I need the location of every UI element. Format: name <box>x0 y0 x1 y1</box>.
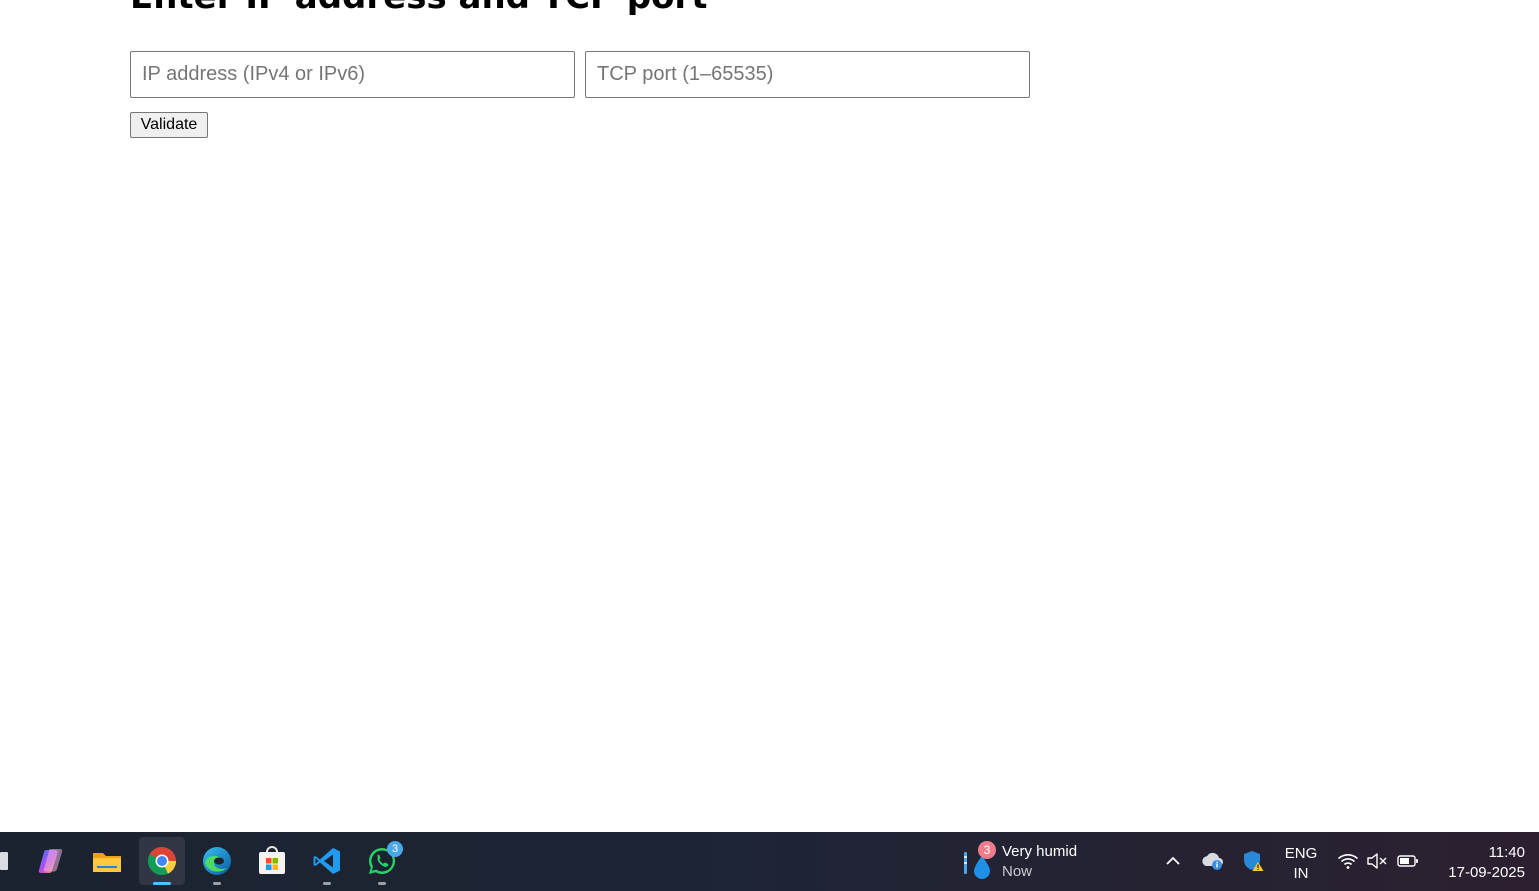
windows-security-icon <box>1244 851 1264 871</box>
taskbar-whatsapp[interactable]: 3 <box>359 837 405 885</box>
open-indicator <box>323 882 331 885</box>
taskbar-copilot[interactable] <box>29 837 75 885</box>
whatsapp-badge: 3 <box>387 841 403 857</box>
taskbar-microsoft-store[interactable] <box>249 837 295 885</box>
ip-address-input[interactable] <box>130 51 575 98</box>
language-code: ENG <box>1284 845 1318 862</box>
taskbar-chrome[interactable] <box>139 837 185 885</box>
open-indicator <box>213 882 221 885</box>
network-tray[interactable] <box>1335 848 1361 874</box>
open-indicator <box>378 882 386 885</box>
weather-widget[interactable]: 3 Very humid Now <box>960 840 1100 884</box>
active-indicator <box>153 882 171 885</box>
edge-icon <box>203 847 231 875</box>
taskbar-edge[interactable] <box>194 837 240 885</box>
onedrive-icon <box>1202 852 1223 870</box>
onedrive-tray[interactable] <box>1200 848 1226 874</box>
weather-time: Now <box>1002 863 1033 880</box>
browser-page: Enter IP address and TCP port Validate <box>0 0 1539 832</box>
taskbar-vscode[interactable] <box>304 837 350 885</box>
system-clock[interactable]: 11:40 17-09-2025 <box>1430 843 1525 883</box>
chevron-up-icon <box>1166 856 1180 865</box>
page-title: Enter IP address and TCP port <box>130 0 707 17</box>
start-edge-icon[interactable] <box>0 852 10 872</box>
volume-tray[interactable] <box>1364 848 1390 874</box>
microsoft-store-icon <box>259 846 285 874</box>
tcp-port-input[interactable] <box>585 51 1030 98</box>
speaker-muted-icon <box>1367 853 1387 869</box>
windows-security-tray[interactable] <box>1240 848 1266 874</box>
chrome-icon <box>148 847 176 875</box>
clock-date: 17-09-2025 <box>1448 864 1525 881</box>
input-language-indicator[interactable]: ENG IN <box>1282 844 1320 884</box>
copilot-icon <box>38 849 63 873</box>
battery-icon <box>1397 855 1418 867</box>
weather-badge: 3 <box>978 841 996 859</box>
wifi-icon <box>1337 854 1359 869</box>
taskbar-file-explorer[interactable] <box>84 837 130 885</box>
clock-time: 11:40 <box>1488 844 1525 861</box>
validate-button[interactable]: Validate <box>130 112 208 138</box>
vscode-icon <box>313 848 340 874</box>
taskbar: 3 3 Very humid Now ENG IN 11:40 17-09-20… <box>0 832 1539 891</box>
battery-tray[interactable] <box>1395 848 1421 874</box>
region-code: IN <box>1293 865 1309 882</box>
weather-condition: Very humid <box>1002 843 1078 860</box>
file-explorer-icon <box>93 853 121 872</box>
show-hidden-icons-button[interactable] <box>1160 848 1186 874</box>
